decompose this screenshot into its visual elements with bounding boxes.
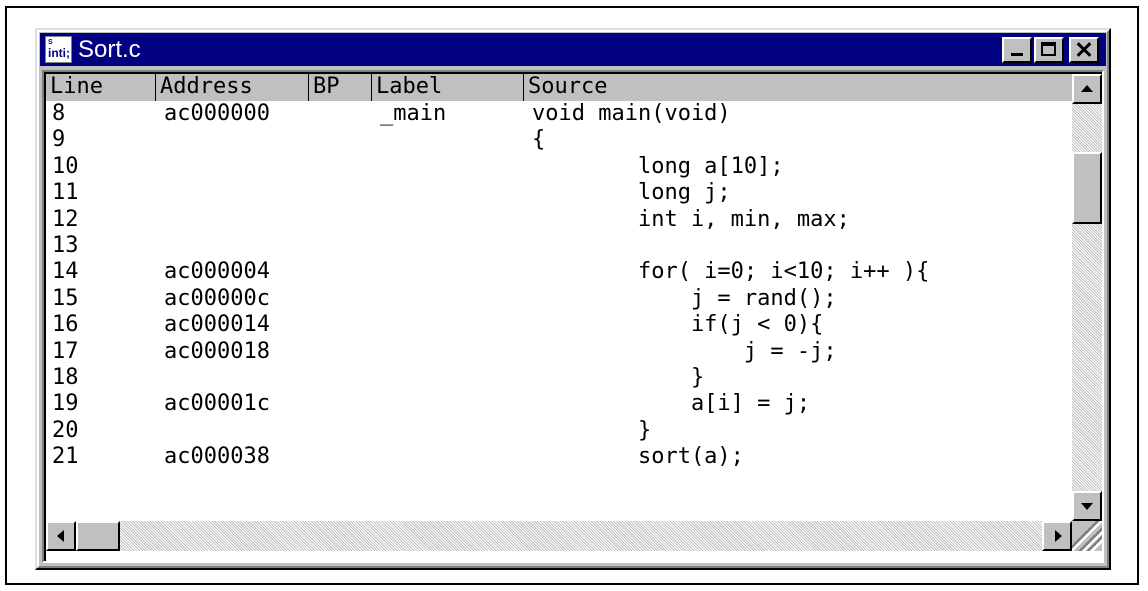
- row-source: int i, min, max;: [532, 207, 850, 232]
- row-source: for( i=0; i<10; i++ ){: [532, 259, 930, 284]
- app-icon-label: inti;: [48, 46, 70, 60]
- line-number: 14: [52, 259, 79, 284]
- line-number: 17: [52, 339, 79, 364]
- line-number: 20: [52, 418, 79, 443]
- source-view[interactable]: Line Address BP Label Source 8 ac000000 _m…: [42, 70, 1104, 563]
- source-window[interactable]: S inti; Sort.c Line Address BP Label Sou…: [35, 28, 1111, 570]
- row-address: ac000038: [164, 444, 270, 469]
- down-arrow-icon: [1081, 503, 1093, 510]
- source-row[interactable]: 19 ac00001c a[i] = j;: [46, 391, 1072, 418]
- column-header-line[interactable]: Line: [46, 74, 156, 101]
- row-source: long j;: [532, 180, 731, 205]
- row-source: }: [532, 418, 652, 443]
- app-icon-letter: S: [48, 39, 53, 46]
- column-header-address[interactable]: Address: [156, 74, 309, 101]
- source-view-inner: Line Address BP Label Source 8 ac000000 _m…: [44, 72, 1102, 561]
- row-address: ac000004: [164, 259, 270, 284]
- left-arrow-icon: [57, 530, 64, 542]
- source-row[interactable]: 14 ac000004 for( i=0; i<10; i++ ){: [46, 259, 1072, 286]
- source-row[interactable]: 8 ac000000 _main void main(void): [46, 101, 1072, 128]
- source-row[interactable]: 13: [46, 233, 1072, 260]
- line-number: 19: [52, 391, 79, 416]
- line-number: 13: [52, 233, 79, 258]
- line-number: 9: [52, 127, 66, 152]
- resize-grip-icon[interactable]: [1072, 521, 1102, 551]
- row-address: ac000018: [164, 339, 270, 364]
- row-address: ac000000: [164, 101, 270, 126]
- column-header-bp[interactable]: BP: [309, 74, 372, 101]
- source-row[interactable]: 10 long a[10];: [46, 154, 1072, 181]
- row-source: if(j < 0){: [532, 312, 824, 337]
- scroll-left-button[interactable]: [46, 521, 76, 551]
- scroll-down-button[interactable]: [1072, 491, 1102, 521]
- source-row[interactable]: 16 ac000014 if(j < 0){: [46, 312, 1072, 339]
- row-source: {: [532, 127, 546, 152]
- column-header-label[interactable]: Label: [372, 74, 524, 101]
- column-header: Line Address BP Label Source: [46, 74, 1072, 101]
- title-bar[interactable]: S inti; Sort.c: [40, 33, 1106, 66]
- source-row[interactable]: 11 long j;: [46, 180, 1072, 207]
- row-label: _main: [380, 101, 447, 126]
- vertical-scrollbar[interactable]: [1072, 74, 1102, 521]
- row-address: ac00001c: [164, 391, 270, 416]
- line-number: 18: [52, 365, 79, 390]
- row-source: long a[10];: [532, 154, 784, 179]
- line-number: 10: [52, 154, 79, 179]
- up-arrow-icon: [1081, 85, 1093, 92]
- row-address: ac000014: [164, 312, 270, 337]
- window-title: Sort.c: [78, 36, 141, 63]
- row-source: sort(a);: [532, 444, 744, 469]
- source-row[interactable]: 18 }: [46, 365, 1072, 392]
- line-number: 16: [52, 312, 79, 337]
- maximize-button[interactable]: [1034, 37, 1064, 63]
- source-row[interactable]: 17 ac000018 j = -j;: [46, 339, 1072, 366]
- horizontal-scrollbar[interactable]: [46, 521, 1072, 551]
- row-source: j = -j;: [532, 339, 837, 364]
- line-number: 11: [52, 180, 79, 205]
- close-button[interactable]: [1069, 37, 1099, 63]
- app-icon[interactable]: S inti;: [45, 36, 72, 63]
- line-number: 21: [52, 444, 79, 469]
- vertical-scroll-thumb[interactable]: [1072, 152, 1102, 224]
- row-source: void main(void): [532, 101, 731, 126]
- scroll-right-button[interactable]: [1042, 521, 1072, 551]
- line-number: 8: [52, 101, 66, 126]
- source-row[interactable]: 15 ac00000c j = rand();: [46, 286, 1072, 313]
- row-address: ac00000c: [164, 286, 270, 311]
- row-source: j = rand();: [532, 286, 837, 311]
- source-lines[interactable]: 8 ac000000 _main void main(void) 9{10 long a…: [46, 101, 1072, 521]
- line-number: 12: [52, 207, 79, 232]
- horizontal-scroll-thumb[interactable]: [76, 521, 120, 551]
- row-source: a[i] = j;: [532, 391, 811, 416]
- right-arrow-icon: [1055, 530, 1062, 542]
- scroll-up-button[interactable]: [1072, 74, 1102, 104]
- line-number: 15: [52, 286, 79, 311]
- row-source: }: [532, 365, 705, 390]
- column-header-source[interactable]: Source: [524, 74, 1072, 101]
- source-row[interactable]: 21 ac000038 sort(a);: [46, 444, 1072, 471]
- source-row[interactable]: 20 }: [46, 418, 1072, 445]
- source-row[interactable]: 9{: [46, 127, 1072, 154]
- minimize-button[interactable]: [1002, 37, 1032, 63]
- source-row[interactable]: 12 int i, min, max;: [46, 207, 1072, 234]
